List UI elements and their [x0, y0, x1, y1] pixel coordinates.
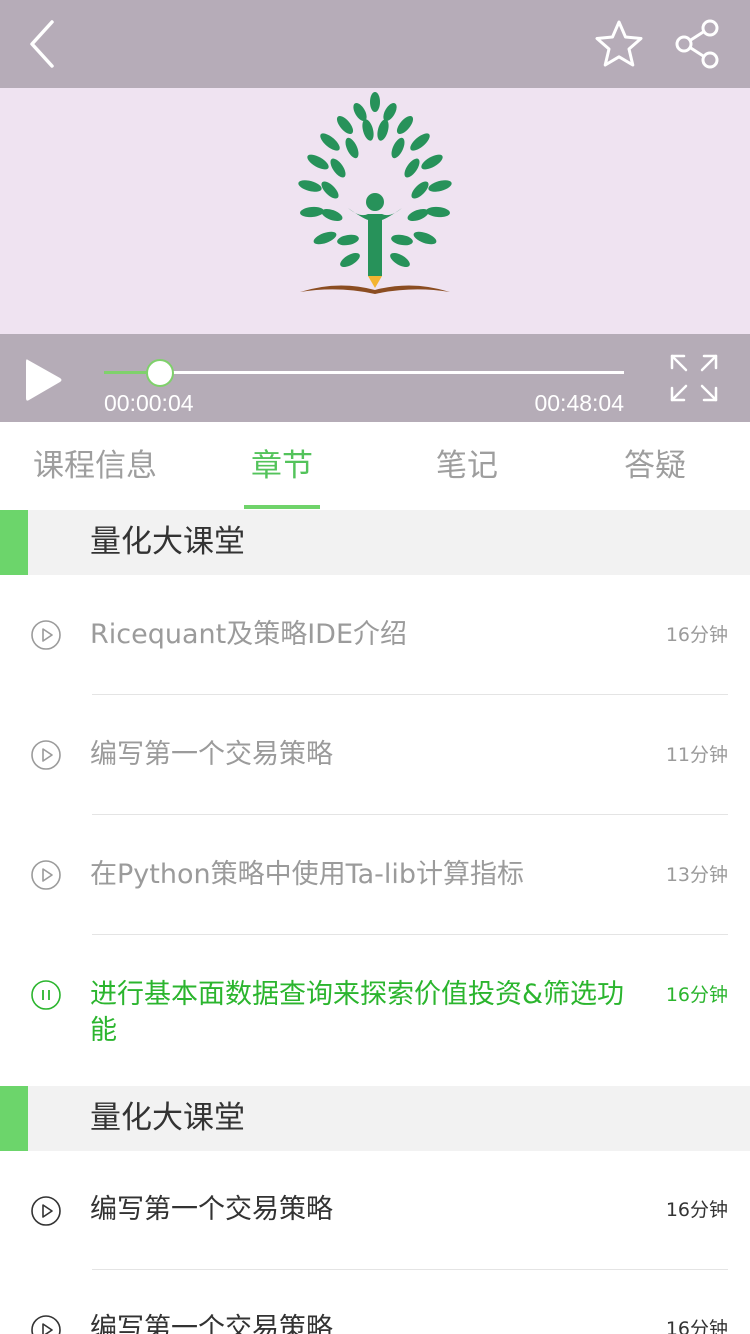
chevron-left-icon	[30, 20, 54, 68]
share-button[interactable]	[672, 18, 724, 72]
lesson-title: 编写第一个交易策略	[90, 1194, 333, 1225]
play-circle-icon	[31, 740, 61, 770]
lesson-duration: 11分钟	[665, 744, 728, 766]
active-tab-indicator	[244, 505, 320, 509]
lesson-item-playing[interactable]: 进行基本面数据查询来探索价值投资&筛选功能 16分钟	[0, 935, 750, 1086]
lesson-title: 进行基本面数据查询来探索价值投资&筛选功能	[90, 979, 625, 1046]
player-top-bar	[0, 0, 750, 88]
lesson-item[interactable]: 编写第一个交易策略 16分钟	[0, 1270, 750, 1334]
play-icon	[26, 359, 62, 401]
lesson-item[interactable]: 编写第一个交易策略 16分钟	[0, 1151, 750, 1269]
lesson-title: Ricequant及策略IDE介绍	[90, 619, 408, 650]
lesson-item[interactable]: Ricequant及策略IDE介绍 16分钟	[0, 575, 750, 695]
video-player[interactable]: 00:00:04 00:48:04	[0, 0, 750, 422]
play-circle-icon	[31, 860, 61, 890]
lesson-duration: 13分钟	[665, 864, 728, 886]
progress-knob[interactable]	[146, 359, 175, 387]
player-controls: 00:00:04 00:48:04	[0, 334, 750, 422]
fullscreen-button[interactable]	[668, 352, 720, 404]
tab-notes[interactable]: 笔记	[374, 422, 560, 510]
lesson-title: 编写第一个交易策略	[90, 739, 333, 770]
lesson-title: 在Python策略中使用Ta-lib计算指标	[90, 859, 525, 890]
section-header: 量化大课堂	[0, 510, 750, 575]
pause-circle-icon	[31, 980, 61, 1010]
favorite-button[interactable]	[592, 18, 646, 72]
fullscreen-expand-icon	[670, 354, 718, 402]
tab-course-info[interactable]: 课程信息	[0, 422, 190, 510]
lesson-title: 编写第一个交易策略	[90, 1313, 333, 1334]
lesson-duration: 16分钟	[665, 1199, 728, 1221]
section-header: 量化大课堂	[0, 1086, 750, 1151]
section-title: 量化大课堂	[90, 1100, 245, 1136]
progress-slider[interactable]	[104, 359, 624, 387]
course-tabs: 课程信息 章节 笔记 答疑	[0, 422, 750, 510]
star-outline-icon	[595, 20, 643, 67]
play-circle-icon	[31, 1196, 61, 1226]
lesson-duration: 16分钟	[665, 1318, 728, 1334]
tab-qa[interactable]: 答疑	[560, 422, 750, 510]
play-button[interactable]	[22, 356, 66, 404]
lesson-item[interactable]: 编写第一个交易策略 11分钟	[0, 695, 750, 815]
lesson-duration: 16分钟	[665, 624, 728, 646]
current-time: 00:00:04	[104, 390, 194, 416]
play-circle-icon	[31, 620, 61, 650]
section-accent-bar	[0, 1086, 28, 1151]
share-icon	[675, 19, 719, 69]
lesson-duration: 16分钟	[665, 984, 728, 1006]
section-title: 量化大课堂	[90, 524, 245, 560]
tab-chapters[interactable]: 章节	[190, 422, 374, 510]
play-circle-icon	[31, 1315, 61, 1334]
total-time: 00:48:04	[534, 390, 624, 416]
course-tree-logo	[298, 92, 452, 294]
section-accent-bar	[0, 510, 28, 575]
back-button[interactable]	[22, 18, 66, 70]
lesson-item[interactable]: 在Python策略中使用Ta-lib计算指标 13分钟	[0, 815, 750, 935]
